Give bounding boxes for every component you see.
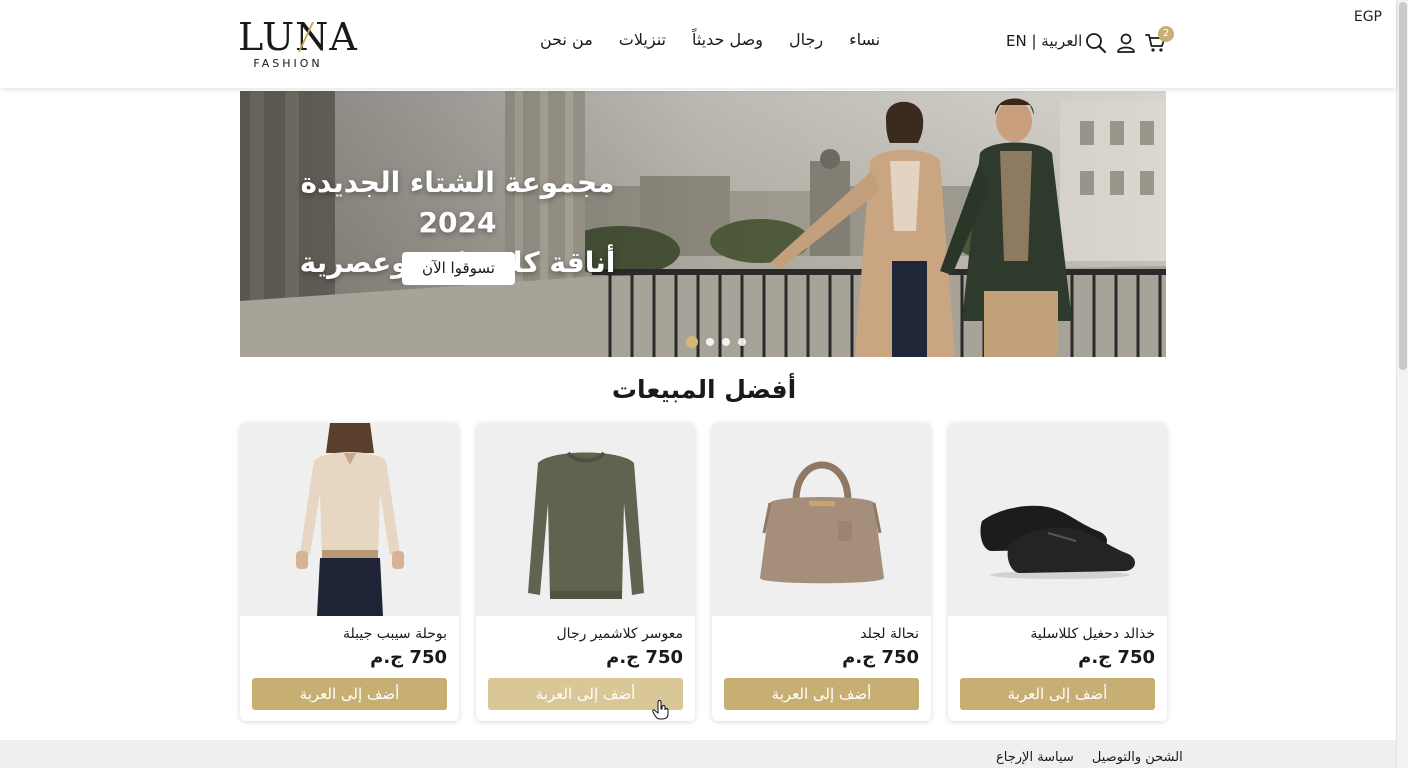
scrollbar-thumb[interactable]: [1399, 2, 1407, 370]
bestsellers-title: أفضل المبيعات: [611, 375, 797, 404]
shop-now-button[interactable]: تسوقوا الآن: [402, 252, 515, 285]
main-nav: نساء رجال وصل حديثاً تنزيلات من نحن: [540, 30, 880, 60]
handbag-image: [712, 423, 931, 616]
footer-links: الشحن والتوصيل سياسة الإرجاع: [996, 750, 1183, 765]
currency-selector[interactable]: EGP: [1354, 9, 1382, 25]
site-header: EGP LUNA FASHION نساء رجال وصل حديثاً تن…: [0, 0, 1396, 88]
product-image[interactable]: [240, 423, 459, 616]
shoes-image: [948, 423, 1167, 616]
product-price: 750 ج.م: [606, 647, 683, 668]
product-image[interactable]: [712, 423, 931, 616]
product-card[interactable]: بوحلة سيبب جيبلة 750 ج.م أضف إلى العربة: [240, 423, 459, 721]
hero-banner: مجموعة الشتاء الجديدة 2024 أناقة كلاسيكي…: [240, 91, 1166, 357]
add-to-cart-button[interactable]: أضف إلى العربة: [724, 678, 919, 710]
product-card[interactable]: خذالد دحغيل كللاسلية 750 ج.م أضف إلى الع…: [948, 423, 1167, 721]
carousel-dots: [686, 336, 746, 348]
logo-brand: LUNA: [238, 15, 358, 59]
carousel-dot-4[interactable]: [738, 338, 746, 346]
nav-about[interactable]: من نحن: [540, 30, 593, 60]
footer-link-returns[interactable]: سياسة الإرجاع: [996, 750, 1074, 765]
product-image[interactable]: [948, 423, 1167, 616]
user-icon[interactable]: [1115, 32, 1137, 54]
product-image[interactable]: [476, 423, 695, 616]
product-price: 750 ج.م: [370, 647, 447, 668]
product-name[interactable]: بوحلة سيبب جيبلة: [343, 626, 447, 642]
hand-cursor-icon: [652, 700, 669, 720]
blouse-image: [240, 423, 459, 616]
product-card[interactable]: نحالة لجلد 750 ج.م أضف إلى العربة: [712, 423, 931, 721]
product-card[interactable]: معوسر كلاشمير رجال 750 ج.م أضف إلى العرب…: [476, 423, 695, 721]
product-name[interactable]: معوسر كلاشمير رجال: [557, 626, 684, 642]
cart-count-badge: 2: [1158, 26, 1174, 42]
hero-title-line1: مجموعة الشتاء الجديدة 2024: [300, 166, 615, 239]
sweater-image: [476, 423, 695, 616]
product-name[interactable]: خذالد دحغيل كللاسلية: [1030, 626, 1155, 642]
carousel-dot-3[interactable]: [722, 338, 730, 346]
nav-sale[interactable]: تنزيلات: [619, 30, 666, 60]
add-to-cart-button[interactable]: أضف إلى العربة: [252, 678, 447, 710]
product-name[interactable]: نحالة لجلد: [860, 626, 919, 642]
site-footer: الشحن والتوصيل سياسة الإرجاع: [0, 740, 1396, 768]
search-icon[interactable]: [1085, 32, 1107, 54]
nav-women[interactable]: نساء: [849, 30, 880, 60]
carousel-dot-1[interactable]: [686, 336, 698, 348]
product-price: 750 ج.م: [842, 647, 919, 668]
language-switcher[interactable]: العربية | EN: [1006, 32, 1082, 50]
nav-men[interactable]: رجال: [789, 30, 823, 60]
add-to-cart-button[interactable]: أضف إلى العربة: [960, 678, 1155, 710]
site-logo[interactable]: LUNA FASHION: [238, 18, 358, 70]
footer-link-shipping[interactable]: الشحن والتوصيل: [1092, 750, 1183, 765]
product-price: 750 ج.م: [1078, 647, 1155, 668]
carousel-dot-2[interactable]: [706, 338, 714, 346]
nav-new-arrivals[interactable]: وصل حديثاً: [692, 30, 763, 60]
